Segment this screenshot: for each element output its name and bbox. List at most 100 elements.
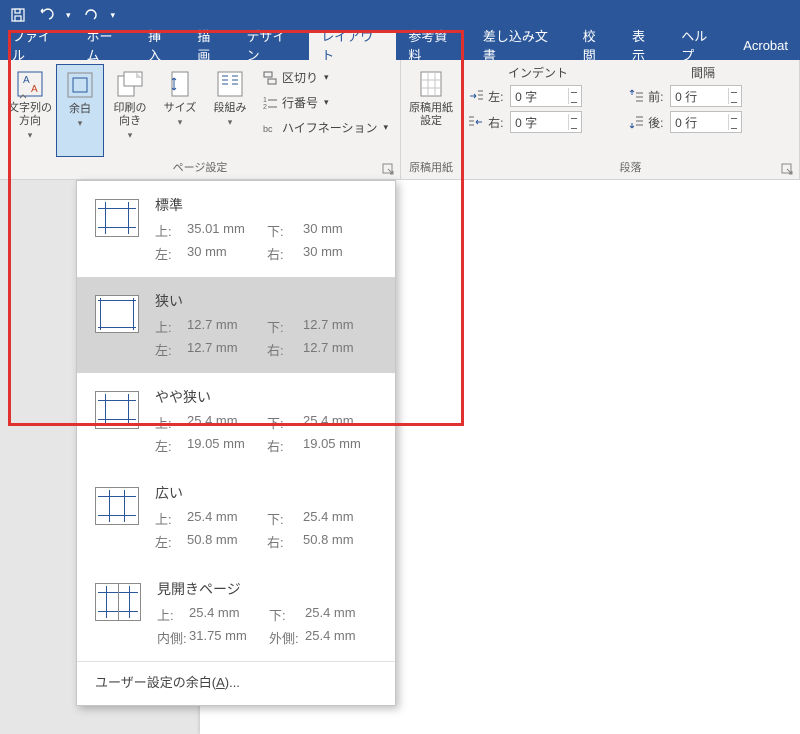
margin-option-mirrored[interactable]: 見開きページ 上:25.4 mm下:25.4 mm 内側:31.75 mm外側:… [77,565,395,661]
margin-thumb-moderate-icon [95,391,139,429]
margin-custom-option[interactable]: ユーザー設定の余白(A)... [77,661,395,705]
chevron-down-icon: ▾ [28,130,33,141]
svg-text:bc: bc [263,124,273,134]
group-page-setup: AA 文字列の 方向 ▾ 余白 ▾ 印刷の 向き ▾ サイズ ▾ 段組み [0,60,401,179]
chevron-down-icon: ▾ [128,130,133,141]
page-setup-small-column: 区切り ▾ 12 行番号 ▾ bc ハイフネーション ▾ [256,64,394,157]
orientation-button[interactable]: 印刷の 向き ▾ [106,64,154,157]
margins-dropdown: 標準 上:35.01 mm下:30 mm 左:30 mm右:30 mm 狭い 上… [76,180,396,706]
undo-button[interactable] [34,3,58,27]
spacing-before-icon [628,88,644,104]
spacing-before-input[interactable]: 0 行 [670,85,742,107]
margin-title: 広い [155,483,377,503]
qat-separator: ▾ [62,10,75,21]
hyphenation-button[interactable]: bc ハイフネーション ▾ [256,116,394,139]
margin-values: 上:25.4 mm下:25.4 mm 左:50.8 mm右:50.8 mm [155,509,377,551]
svg-text:2: 2 [263,104,267,111]
redo-button[interactable] [79,3,103,27]
margin-option-normal[interactable]: 標準 上:35.01 mm下:30 mm 左:30 mm右:30 mm [77,181,395,277]
undo-icon [38,7,54,23]
margin-thumb-mirrored-icon [95,583,141,621]
margin-option-narrow[interactable]: 狭い 上:12.7 mm下:12.7 mm 左:12.7 mm右:12.7 mm [77,277,395,373]
tab-home[interactable]: ホーム [75,30,137,60]
indent-right-label: 右: [488,114,506,131]
margin-values: 上:25.4 mm下:25.4 mm 左:19.05 mm右:19.05 mm [155,413,377,455]
save-icon [10,7,26,23]
chevron-down-icon: ▾ [324,72,329,83]
orientation-icon [114,68,146,100]
manuscript-paper-button[interactable]: 原稿用紙 設定 [407,64,455,157]
tab-insert[interactable]: 挿入 [136,30,185,60]
indent-right-input[interactable]: 0 字 [510,111,582,133]
chevron-down-icon: ▾ [324,97,329,108]
spacing-header: 間隔 [628,64,778,81]
margin-thumb-narrow-icon [95,295,139,333]
manuscript-icon [415,68,447,100]
margin-option-moderate[interactable]: やや狭い 上:25.4 mm下:25.4 mm 左:19.05 mm右:19.0… [77,373,395,469]
hyphenation-label: ハイフネーション [282,119,378,136]
size-label: サイズ [164,102,197,115]
dialog-launcher-paragraph[interactable] [781,163,795,177]
group-label-manuscript: 原稿用紙 [407,157,455,179]
text-direction-icon: AA [14,68,46,100]
spacing-after-label: 後: [648,114,666,131]
tab-view[interactable]: 表示 [620,30,669,60]
breaks-button[interactable]: 区切り ▾ [256,66,394,89]
manuscript-label: 原稿用紙 設定 [409,102,453,128]
breaks-label: 区切り [282,69,318,86]
ribbon: AA 文字列の 方向 ▾ 余白 ▾ 印刷の 向き ▾ サイズ ▾ 段組み [0,60,800,180]
orientation-label: 印刷の 向き [114,102,147,128]
ribbon-tabs: ファイル ホーム 挿入 描画 デザイン レイアウト 参考資料 差し込み文書 校閲… [0,30,800,60]
spacing-before-label: 前: [648,88,666,105]
chevron-down-icon: ▾ [178,117,183,128]
chevron-down-icon: ▾ [228,117,233,128]
margin-values: 上:12.7 mm下:12.7 mm 左:12.7 mm右:12.7 mm [155,317,377,359]
tab-layout[interactable]: レイアウト [309,30,396,60]
group-label-page-setup: ページ設定 [6,157,394,179]
margin-title: 見開きページ [157,579,377,599]
tab-mailings[interactable]: 差し込み文書 [471,30,571,60]
margin-title: 標準 [155,195,377,215]
text-direction-label: 文字列の 方向 [8,102,52,128]
tab-draw[interactable]: 描画 [185,30,234,60]
redo-icon [83,7,99,23]
margins-label: 余白 [69,103,91,116]
svg-text:A: A [31,84,38,95]
svg-text:1: 1 [263,97,267,104]
tab-review[interactable]: 校閲 [571,30,620,60]
line-numbers-button[interactable]: 12 行番号 ▾ [256,91,394,114]
margins-icon [64,69,96,101]
indent-left-label: 左: [488,88,506,105]
columns-button[interactable]: 段組み ▾ [206,64,254,157]
text-direction-button[interactable]: AA 文字列の 方向 ▾ [6,64,54,157]
chevron-down-icon: ▾ [384,122,389,133]
margin-thumb-normal-icon [95,199,139,237]
breaks-icon [262,70,278,86]
indent-left-input[interactable]: 0 字 [510,85,582,107]
size-icon [164,68,196,100]
indent-header: インデント [468,64,608,81]
margins-button[interactable]: 余白 ▾ [56,64,104,157]
indent-right-icon [468,114,484,130]
hyphenation-icon: bc [262,120,278,136]
line-numbers-icon: 12 [262,95,278,111]
margin-option-wide[interactable]: 広い 上:25.4 mm下:25.4 mm 左:50.8 mm右:50.8 mm [77,469,395,565]
margin-values: 上:35.01 mm下:30 mm 左:30 mm右:30 mm [155,221,377,263]
group-paragraph: インデント 左: 0 字 右: 0 字 間隔 [462,60,800,179]
tab-design[interactable]: デザイン [235,30,310,60]
margin-thumb-wide-icon [95,487,139,525]
tab-references[interactable]: 参考資料 [396,30,471,60]
tab-file[interactable]: ファイル [0,30,75,60]
qat-dropdown[interactable]: ▾ [107,10,120,21]
group-manuscript: 原稿用紙 設定 原稿用紙 [401,60,462,179]
svg-text:A: A [23,75,30,86]
tab-acrobat[interactable]: Acrobat [731,30,800,60]
dialog-launcher-page-setup[interactable] [382,163,396,177]
line-numbers-label: 行番号 [282,94,318,111]
size-button[interactable]: サイズ ▾ [156,64,204,157]
spacing-after-input[interactable]: 0 行 [670,111,742,133]
indent-left-icon [468,88,484,104]
margin-title: 狭い [155,291,377,311]
save-button[interactable] [6,3,30,27]
tab-help[interactable]: ヘルプ [669,30,731,60]
